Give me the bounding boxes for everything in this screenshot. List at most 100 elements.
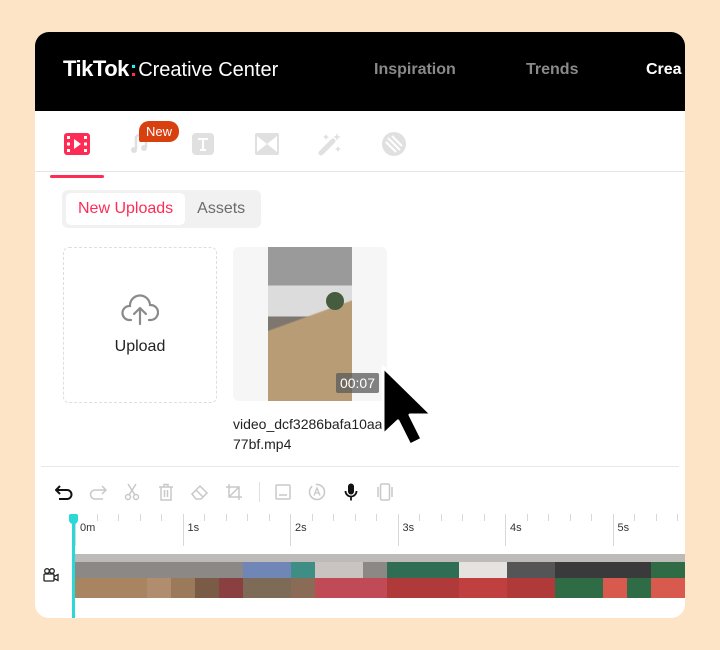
section-divider xyxy=(41,466,679,467)
major-tick xyxy=(505,514,506,546)
minor-tick xyxy=(204,514,205,521)
crop-button[interactable] xyxy=(223,481,245,503)
minor-tick xyxy=(247,514,248,521)
minor-tick xyxy=(161,514,162,521)
upload-label: Upload xyxy=(114,338,166,355)
new-uploads-tab[interactable]: New Uploads xyxy=(66,193,186,225)
top-nav-bar: TikTok : Creative Center Inspiration Tre… xyxy=(35,32,685,111)
timeline[interactable]: 0m 1s 2s 3s 4s 5s xyxy=(35,514,685,618)
minor-tick xyxy=(655,514,657,521)
minor-tick xyxy=(225,514,227,521)
clip-frame-thumbnail xyxy=(99,554,123,598)
captions-button[interactable] xyxy=(272,481,294,503)
logo-separator: : xyxy=(129,56,138,81)
clip-frame-thumbnail xyxy=(219,554,243,598)
assets-tab[interactable]: Assets xyxy=(185,193,257,225)
tab-transitions[interactable] xyxy=(252,129,282,159)
voiceover-button[interactable] xyxy=(340,481,362,503)
minor-tick xyxy=(634,514,635,521)
time-label: 0m xyxy=(80,522,96,534)
playhead[interactable] xyxy=(69,514,78,618)
text-icon xyxy=(192,133,214,155)
clip-frame-thumbnail xyxy=(459,554,483,598)
time-label: 2s xyxy=(295,522,307,534)
upload-button[interactable]: Upload xyxy=(63,247,217,403)
new-badge: New xyxy=(139,121,180,142)
logo-product: Creative Center xyxy=(138,59,279,81)
minor-tick xyxy=(139,514,141,521)
nav-creative-tools[interactable]: Crea xyxy=(646,61,682,79)
major-tick xyxy=(612,514,614,546)
redo-button[interactable] xyxy=(87,481,109,503)
undo-button[interactable] xyxy=(53,481,75,503)
redo-icon xyxy=(89,485,107,500)
minor-tick xyxy=(483,514,485,521)
media-item[interactable]: 00:07 xyxy=(233,247,387,401)
major-tick xyxy=(182,514,184,546)
minor-tick xyxy=(548,514,549,521)
clip-frame-thumbnail xyxy=(171,554,195,598)
nav-trends[interactable]: Trends xyxy=(526,61,578,79)
clip-frame-thumbnail xyxy=(387,554,411,598)
upload-source-toggle: New Uploads Assets xyxy=(62,190,262,228)
nav-inspiration[interactable]: Inspiration xyxy=(374,61,456,79)
clip-frame-thumbnail xyxy=(507,554,531,598)
minor-tick xyxy=(569,514,571,521)
clip-frame-thumbnail xyxy=(267,554,291,598)
minor-tick xyxy=(677,514,678,521)
toolbar-separator xyxy=(259,482,260,502)
clip-frame-thumbnail xyxy=(651,554,675,598)
tiktok-creative-center-logo[interactable]: TikTok : Creative Center xyxy=(63,56,278,82)
app-window: TikTok : Creative Center Inspiration Tre… xyxy=(35,32,685,618)
video-camera-icon xyxy=(43,568,59,582)
clip-frame-thumbnail xyxy=(243,554,267,598)
sticker-icon xyxy=(382,132,406,156)
clip-frame-thumbnail xyxy=(147,554,171,598)
trash-icon xyxy=(159,483,173,501)
time-label: 1s xyxy=(187,522,200,534)
mask-button[interactable] xyxy=(374,481,396,503)
captions-icon xyxy=(275,484,291,500)
undo-icon xyxy=(55,485,73,500)
microphone-icon xyxy=(344,483,358,501)
tab-video[interactable] xyxy=(50,129,104,178)
tool-tabs xyxy=(35,111,685,178)
minor-tick xyxy=(419,514,420,521)
auto-text-button[interactable] xyxy=(306,481,328,503)
clip-frame-thumbnail xyxy=(291,554,315,598)
timeline-ruler[interactable]: 0m 1s 2s 3s 4s 5s xyxy=(75,514,685,552)
minor-tick xyxy=(118,514,119,521)
delete-button[interactable] xyxy=(155,481,177,503)
clip-frame-thumbnail xyxy=(435,554,459,598)
minor-tick xyxy=(440,514,442,521)
minor-tick xyxy=(591,514,592,521)
video-duration: 00:07 xyxy=(335,373,379,393)
mouse-cursor-icon xyxy=(381,365,434,447)
effects-wand-icon xyxy=(318,133,341,156)
time-label: 4s xyxy=(510,522,522,534)
time-label: 5s xyxy=(617,522,630,534)
tab-stickers[interactable] xyxy=(379,129,409,159)
tab-text[interactable] xyxy=(188,129,218,159)
minor-tick xyxy=(311,514,313,521)
minor-tick xyxy=(333,514,334,521)
transition-icon xyxy=(255,133,279,155)
scissors-icon xyxy=(124,483,140,501)
clip-frame-thumbnail xyxy=(363,554,387,598)
clip-frame-thumbnail xyxy=(555,554,579,598)
video-icon xyxy=(64,133,90,155)
logo-brand: TikTok xyxy=(63,56,129,81)
minor-tick xyxy=(354,514,356,521)
minor-tick xyxy=(526,514,528,521)
tab-effects[interactable] xyxy=(315,129,345,159)
erase-button[interactable] xyxy=(189,481,211,503)
crop-icon xyxy=(226,484,242,500)
split-button[interactable] xyxy=(121,481,143,503)
clip-frame-thumbnail xyxy=(411,554,435,598)
video-track-clip[interactable] xyxy=(75,554,685,598)
auto-text-icon xyxy=(308,483,326,501)
editor-toolbar xyxy=(53,480,408,504)
minor-tick xyxy=(96,514,98,521)
clip-frame-thumbnail xyxy=(339,554,363,598)
minor-tick xyxy=(462,514,463,521)
